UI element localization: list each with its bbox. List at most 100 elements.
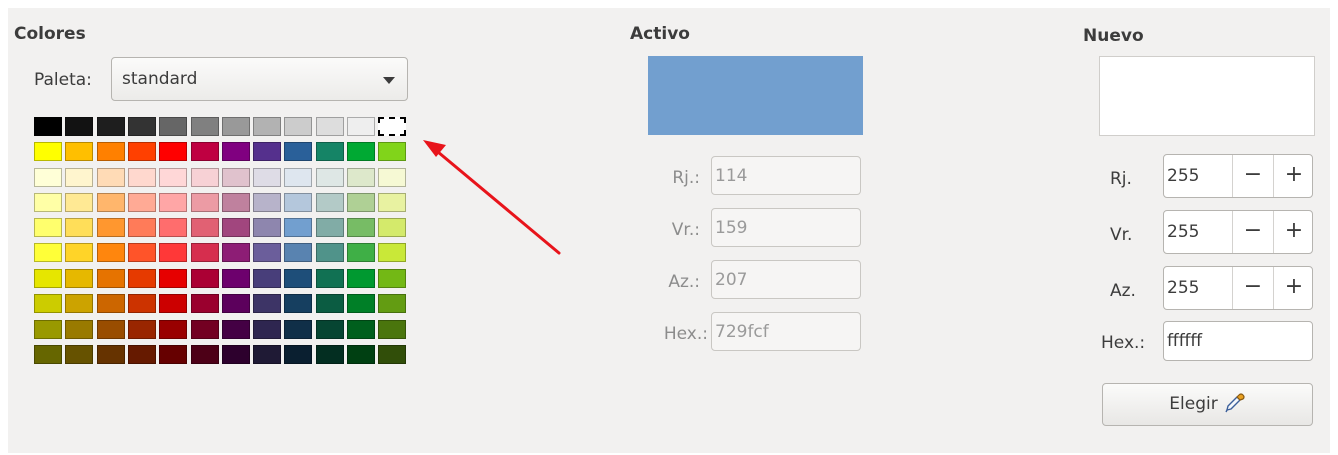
palette-swatch[interactable] — [221, 345, 250, 364]
palette-swatch[interactable] — [127, 193, 156, 212]
palette-swatch[interactable] — [347, 168, 375, 187]
palette-swatch[interactable] — [127, 142, 156, 161]
palette-swatch[interactable] — [284, 193, 313, 212]
palette-swatch[interactable] — [284, 168, 313, 187]
palette-swatch[interactable] — [378, 269, 407, 288]
palette-swatch[interactable] — [34, 269, 62, 288]
palette-swatch[interactable] — [221, 168, 250, 187]
palette-swatch[interactable] — [221, 243, 250, 262]
palette-swatch[interactable] — [127, 320, 156, 339]
palette-swatch[interactable] — [253, 117, 282, 136]
palette-swatch[interactable] — [347, 218, 375, 237]
palette-swatch[interactable] — [159, 320, 188, 339]
palette-swatch[interactable] — [347, 117, 375, 136]
palette-swatch[interactable] — [284, 345, 313, 364]
palette-swatch[interactable] — [315, 142, 344, 161]
palette-swatch[interactable] — [253, 218, 282, 237]
rj-decrement-button[interactable]: − — [1232, 155, 1273, 197]
nuevo-rj-spinbutton[interactable]: 255 − + — [1163, 154, 1313, 198]
az-increment-button[interactable]: + — [1273, 267, 1312, 309]
palette-swatch[interactable] — [159, 269, 188, 288]
palette-swatch[interactable] — [65, 168, 94, 187]
palette-swatch[interactable] — [190, 218, 219, 237]
palette-swatch[interactable] — [253, 320, 282, 339]
palette-swatch[interactable] — [253, 193, 282, 212]
palette-swatch[interactable] — [65, 117, 94, 136]
palette-swatch[interactable] — [127, 168, 156, 187]
palette-swatch[interactable] — [253, 168, 282, 187]
palette-swatch[interactable] — [221, 193, 250, 212]
palette-swatch[interactable] — [96, 243, 125, 262]
palette-swatch[interactable] — [190, 117, 219, 136]
palette-swatch[interactable] — [347, 294, 375, 313]
nuevo-hex-value[interactable]: ffffff — [1167, 331, 1202, 351]
palette-swatch[interactable] — [378, 320, 407, 339]
palette-swatch[interactable] — [159, 294, 188, 313]
palette-swatch[interactable] — [65, 218, 94, 237]
palette-swatch[interactable] — [159, 243, 188, 262]
palette-swatch[interactable] — [190, 142, 219, 161]
palette-swatch[interactable] — [284, 320, 313, 339]
palette-swatch[interactable] — [96, 320, 125, 339]
palette-swatch[interactable] — [190, 345, 219, 364]
palette-swatch[interactable] — [378, 142, 407, 161]
palette-swatch[interactable] — [127, 269, 156, 288]
palette-swatch[interactable] — [65, 142, 94, 161]
palette-swatch[interactable] — [253, 142, 282, 161]
palette-swatch[interactable] — [96, 294, 125, 313]
palette-swatch[interactable] — [127, 117, 156, 136]
palette-swatch[interactable] — [378, 193, 407, 212]
palette-swatch[interactable] — [127, 345, 156, 364]
nuevo-vr-spinbutton[interactable]: 255 − + — [1163, 210, 1313, 254]
palette-swatch[interactable] — [253, 269, 282, 288]
palette-swatch[interactable] — [315, 320, 344, 339]
az-decrement-button[interactable]: − — [1232, 267, 1273, 309]
palette-swatch[interactable] — [378, 294, 407, 313]
palette-swatch[interactable] — [315, 218, 344, 237]
palette-swatch[interactable] — [315, 294, 344, 313]
palette-swatch[interactable] — [347, 193, 375, 212]
palette-swatch[interactable] — [190, 320, 219, 339]
palette-swatch[interactable] — [284, 243, 313, 262]
palette-swatch[interactable] — [315, 193, 344, 212]
palette-swatch[interactable] — [190, 243, 219, 262]
palette-swatch[interactable] — [96, 193, 125, 212]
palette-swatch[interactable] — [34, 345, 62, 364]
nuevo-az-value[interactable]: 255 — [1167, 278, 1199, 298]
palette-swatch[interactable] — [159, 117, 188, 136]
palette-swatch[interactable] — [34, 243, 62, 262]
palette-swatch[interactable] — [253, 243, 282, 262]
palette-swatch[interactable] — [315, 345, 344, 364]
palette-swatch[interactable] — [284, 269, 313, 288]
palette-swatch[interactable] — [315, 117, 344, 136]
palette-swatch[interactable] — [378, 345, 407, 364]
palette-swatch[interactable] — [315, 243, 344, 262]
paleta-dropdown[interactable]: standard — [111, 57, 408, 101]
palette-swatch[interactable] — [159, 142, 188, 161]
palette-swatch[interactable] — [127, 294, 156, 313]
palette-swatch[interactable] — [127, 243, 156, 262]
palette-swatch[interactable] — [65, 243, 94, 262]
palette-swatch[interactable] — [34, 168, 62, 187]
rj-increment-button[interactable]: + — [1273, 155, 1312, 197]
palette-swatch[interactable] — [221, 142, 250, 161]
palette-swatch[interactable] — [253, 345, 282, 364]
palette-swatch[interactable] — [221, 294, 250, 313]
palette-swatch[interactable] — [315, 168, 344, 187]
palette-swatch[interactable] — [96, 345, 125, 364]
palette-swatch[interactable] — [34, 320, 62, 339]
palette-swatch[interactable] — [34, 117, 62, 136]
palette-swatch[interactable] — [96, 269, 125, 288]
palette-swatch[interactable] — [378, 168, 407, 187]
palette-swatch[interactable] — [34, 294, 62, 313]
palette-swatch[interactable] — [190, 269, 219, 288]
palette-swatch[interactable] — [96, 142, 125, 161]
palette-swatch[interactable] — [159, 345, 188, 364]
palette-swatch[interactable] — [65, 294, 94, 313]
nuevo-rj-value[interactable]: 255 — [1167, 166, 1199, 186]
palette-swatch[interactable] — [65, 269, 94, 288]
palette-swatch[interactable] — [190, 193, 219, 212]
palette-swatch[interactable] — [159, 168, 188, 187]
palette-swatch[interactable] — [34, 218, 62, 237]
palette-swatch[interactable] — [284, 294, 313, 313]
